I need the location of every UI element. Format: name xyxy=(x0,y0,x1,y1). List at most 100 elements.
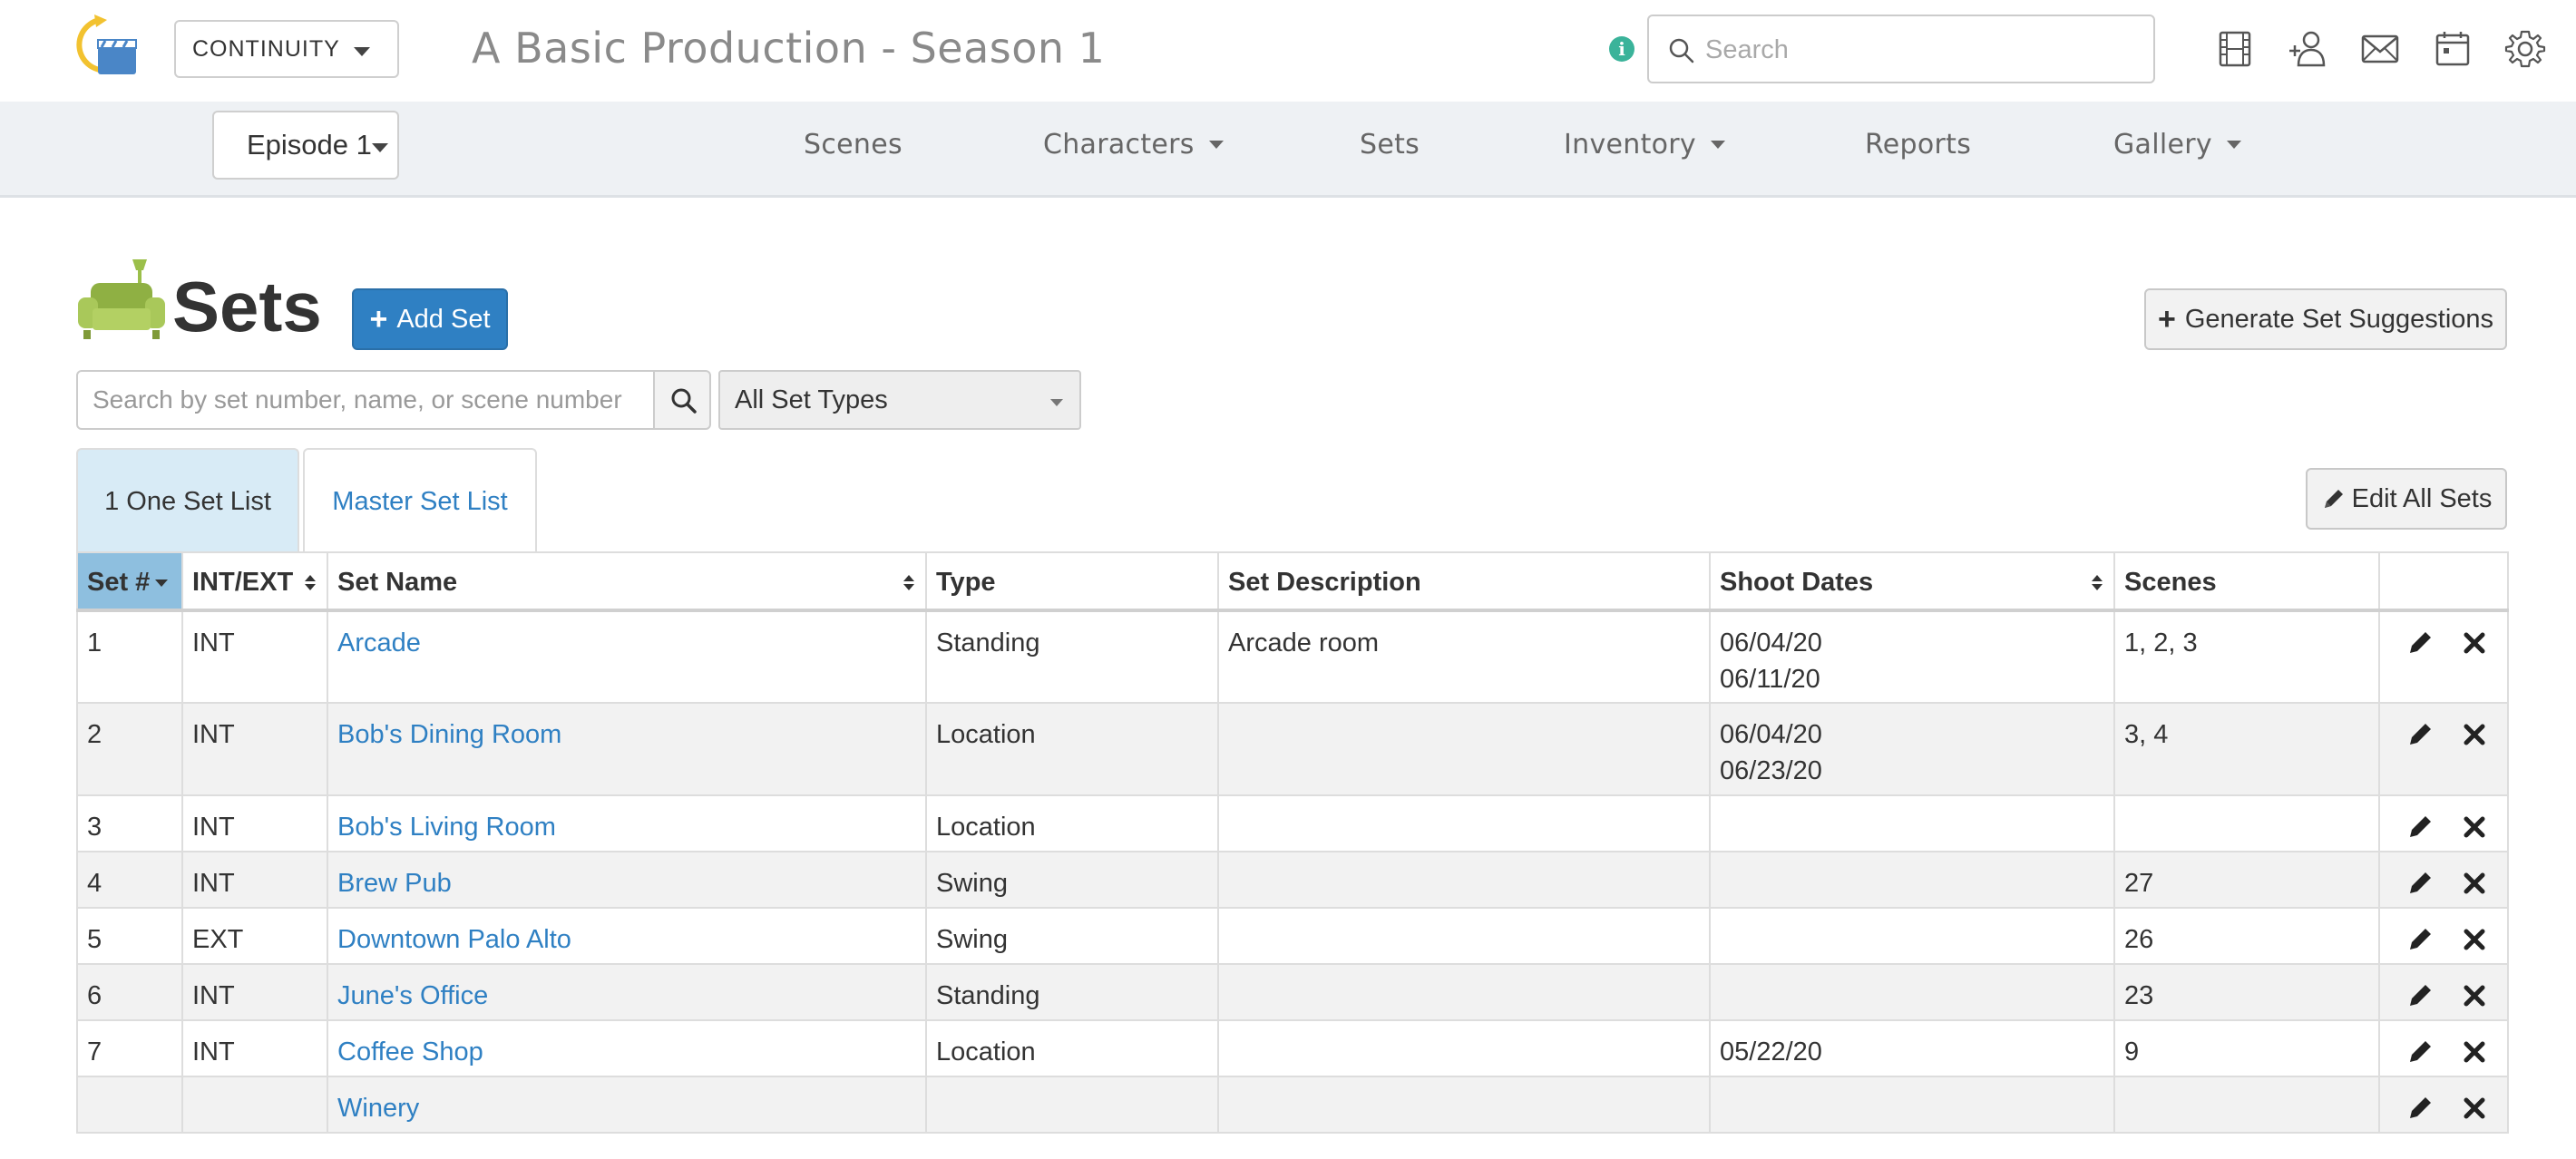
edit-all-sets-button[interactable]: Edit All Sets xyxy=(2306,468,2507,530)
pencil-icon[interactable] xyxy=(2405,869,2435,898)
cell-set-description xyxy=(1217,851,1711,909)
set-name-link[interactable]: Winery xyxy=(337,1094,419,1123)
cell-set-number: 2 xyxy=(76,702,183,796)
column-header-int-ext[interactable]: INT/EXT xyxy=(181,551,328,612)
column-header-shoot-dates[interactable]: Shoot Dates xyxy=(1709,551,2115,612)
cell-scenes xyxy=(2113,1076,2380,1134)
mail-icon[interactable] xyxy=(2358,27,2402,71)
set-name-link[interactable]: Arcade xyxy=(337,628,421,657)
film-icon[interactable] xyxy=(2213,27,2257,71)
add-user-icon[interactable] xyxy=(2286,27,2329,71)
set-name-link[interactable]: Brew Pub xyxy=(337,869,452,898)
production-title: A Basic Production - Season 1 xyxy=(472,24,1106,73)
module-select[interactable]: CONTINUITY xyxy=(174,20,399,78)
nav-inventory[interactable]: Inventory xyxy=(1564,129,1725,161)
cell-actions xyxy=(2378,794,2509,852)
table-row: 5 EXT Downtown Palo Alto Swing 26 xyxy=(76,907,2509,965)
global-search-input[interactable] xyxy=(1705,27,2141,73)
table-row: 1 INT Arcade Standing Arcade room 06/04/… xyxy=(76,609,2509,704)
tab-one-set-list[interactable]: 1 One Set List xyxy=(76,448,299,553)
gear-icon[interactable] xyxy=(2503,27,2547,71)
set-name-link[interactable]: June's Office xyxy=(337,981,488,1010)
set-name-link[interactable]: Bob's Living Room xyxy=(337,813,556,842)
set-name-link[interactable]: Coffee Shop xyxy=(337,1037,483,1066)
chevron-down-icon xyxy=(1711,141,1725,149)
cell-actions xyxy=(2378,1076,2509,1134)
close-icon[interactable] xyxy=(2460,628,2489,657)
cell-int-ext: EXT xyxy=(181,907,328,965)
column-header-set-name[interactable]: Set Name xyxy=(327,551,927,612)
cell-scenes: 1, 2, 3 xyxy=(2113,609,2380,704)
column-header-set-number[interactable]: Set # xyxy=(76,551,183,612)
set-type-select[interactable]: All Set Types xyxy=(718,370,1081,430)
column-header-set-description-label: Set Description xyxy=(1228,568,1421,597)
cell-int-ext: INT xyxy=(181,609,328,704)
search-icon xyxy=(671,388,697,414)
close-icon[interactable] xyxy=(2460,1037,2489,1066)
tab-master-set-list[interactable]: Master Set List xyxy=(303,448,537,553)
pencil-icon[interactable] xyxy=(2405,1094,2435,1123)
episode-select[interactable]: Episode 1 xyxy=(212,111,399,180)
table-row: 7 INT Coffee Shop Location 05/22/20 9 xyxy=(76,1019,2509,1077)
set-type-select-value: All Set Types xyxy=(735,385,888,414)
add-set-button[interactable]: + Add Set xyxy=(352,288,508,350)
continuity-logo[interactable] xyxy=(67,13,143,82)
calendar-icon[interactable] xyxy=(2431,27,2474,71)
info-icon[interactable]: i xyxy=(1609,36,1634,62)
pencil-icon[interactable] xyxy=(2405,925,2435,954)
cell-set-name: Bob's Living Room xyxy=(327,794,927,852)
close-icon[interactable] xyxy=(2460,925,2489,954)
set-name-link[interactable]: Bob's Dining Room xyxy=(337,720,561,749)
nav-sets[interactable]: Sets xyxy=(1360,129,1420,161)
cell-set-description xyxy=(1217,907,1711,965)
set-search-button[interactable] xyxy=(653,370,711,430)
cell-set-description xyxy=(1217,794,1711,852)
table-row: 2 INT Bob's Dining Room Location 06/04/2… xyxy=(76,702,2509,796)
column-header-actions xyxy=(2378,551,2509,612)
cell-scenes: 27 xyxy=(2113,851,2380,909)
cell-actions xyxy=(2378,609,2509,704)
cell-int-ext: INT xyxy=(181,963,328,1021)
chevron-down-icon xyxy=(1208,141,1224,149)
close-icon[interactable] xyxy=(2460,869,2489,898)
add-set-label: Add Set xyxy=(396,304,491,334)
cell-set-description xyxy=(1217,963,1711,1021)
close-icon[interactable] xyxy=(2460,813,2489,842)
cell-set-name: Brew Pub xyxy=(327,851,927,909)
tab-master-set-list-label: Master Set List xyxy=(332,486,508,516)
chevron-down-icon xyxy=(2226,141,2241,149)
cell-actions xyxy=(2378,907,2509,965)
set-search-input[interactable] xyxy=(76,370,655,430)
generate-set-suggestions-button[interactable]: + Generate Set Suggestions xyxy=(2144,288,2507,350)
nav-gallery[interactable]: Gallery xyxy=(2113,129,2241,161)
nav-bar: Episode 1 Scenes Characters Sets Invento… xyxy=(0,102,2576,198)
close-icon[interactable] xyxy=(2460,720,2489,749)
pencil-icon[interactable] xyxy=(2405,813,2435,842)
nav-scenes[interactable]: Scenes xyxy=(804,129,903,161)
module-select-label: CONTINUITY xyxy=(192,35,340,62)
cell-scenes: 26 xyxy=(2113,907,2380,965)
cell-type: Swing xyxy=(925,851,1219,909)
close-icon[interactable] xyxy=(2460,1094,2489,1123)
close-icon[interactable] xyxy=(2460,981,2489,1010)
cell-set-description xyxy=(1217,1076,1711,1134)
pencil-icon[interactable] xyxy=(2405,628,2435,657)
pencil-icon[interactable] xyxy=(2405,1037,2435,1066)
cell-set-number: 5 xyxy=(76,907,183,965)
pencil-icon[interactable] xyxy=(2405,720,2435,749)
cell-actions xyxy=(2378,851,2509,909)
table-row: 6 INT June's Office Standing 23 xyxy=(76,963,2509,1021)
cell-set-number: 6 xyxy=(76,963,183,1021)
cell-set-number: 4 xyxy=(76,851,183,909)
cell-shoot-dates xyxy=(1709,963,2115,1021)
chevron-down-icon xyxy=(1050,399,1063,406)
nav-characters[interactable]: Characters xyxy=(1043,129,1224,161)
cell-shoot-dates xyxy=(1709,1076,2115,1134)
set-name-link[interactable]: Downtown Palo Alto xyxy=(337,925,571,954)
column-header-set-description: Set Description xyxy=(1217,551,1711,612)
shoot-date: 06/23/20 xyxy=(1720,756,1822,785)
global-search xyxy=(1647,15,2155,83)
pencil-icon[interactable] xyxy=(2405,981,2435,1010)
nav-reports[interactable]: Reports xyxy=(1865,129,1971,161)
cell-type xyxy=(925,1076,1219,1134)
